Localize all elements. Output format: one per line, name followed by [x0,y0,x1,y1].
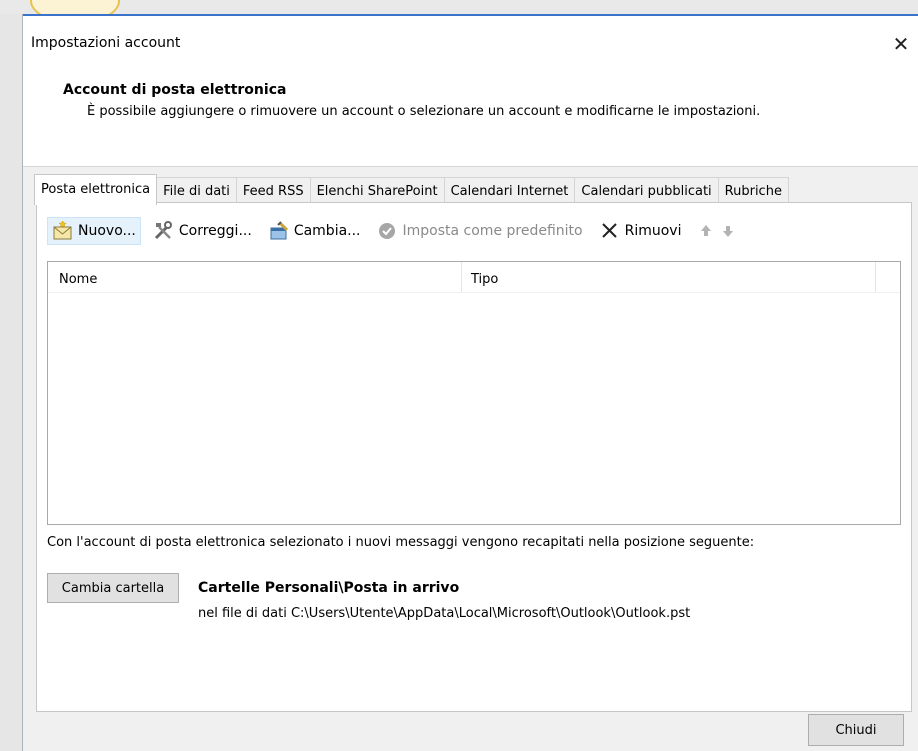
new-mail-icon [52,220,74,241]
tab-strip: Posta elettronica File di dati Feed RSS … [34,174,789,205]
set-default-label: Imposta come predefinito [402,223,583,239]
tab-rubriche[interactable]: Rubriche [717,177,789,205]
account-settings-dialog: Impostazioni account ✕ Account di posta … [22,14,918,751]
account-list-header: Nome Tipo [48,262,900,293]
x-icon [599,221,621,241]
change-account-button[interactable]: Cambia... [264,218,365,244]
new-account-button[interactable]: Nuovo... [47,217,141,245]
arrow-up-icon[interactable] [697,220,715,242]
header-subtitle: È possibile aggiungere o rimuovere un ac… [87,104,761,119]
delivery-folder-path: nel file di dati C:\Users\Utente\AppData… [198,606,691,621]
change-settings-icon [268,221,290,241]
header-title: Account di posta elettronica [63,82,287,98]
background-window-strip [0,0,918,14]
tab-file-di-dati[interactable]: File di dati [156,177,237,205]
tab-panel-posta-elettronica: Nuovo... Correggi... Cambia... Imposta c… [36,202,912,712]
repair-account-button[interactable]: Correggi... [149,218,256,244]
remove-account-button[interactable]: Rimuovi [595,218,686,244]
close-button[interactable]: Chiudi [808,714,904,746]
new-account-label: Nuovo... [78,223,136,239]
delivery-folder-name: Cartelle Personali\Posta in arrivo [198,580,460,596]
column-header-nome[interactable]: Nome [48,262,462,292]
check-circle-icon [377,221,399,241]
repair-account-label: Correggi... [178,223,252,239]
account-toolbar: Nuovo... Correggi... Cambia... Imposta c… [47,217,737,245]
account-list[interactable]: Nome Tipo [47,261,901,525]
tab-posta-elettronica[interactable]: Posta elettronica [34,174,158,205]
close-icon[interactable]: ✕ [887,30,915,58]
window-title: Impostazioni account [31,35,181,51]
repair-tools-icon [153,221,175,241]
tab-elenchi-sharepoint[interactable]: Elenchi SharePoint [309,177,445,205]
change-folder-button[interactable]: Cambia cartella [47,573,179,603]
tab-calendari-pubblicati[interactable]: Calendari pubblicati [574,177,719,205]
dialog-header: Account di posta elettronica È possibile… [23,72,918,167]
tab-feed-rss[interactable]: Feed RSS [235,177,311,205]
set-default-button[interactable]: Imposta come predefinito [373,218,587,244]
remove-account-label: Rimuovi [624,223,682,239]
change-account-label: Cambia... [293,223,361,239]
column-header-tipo[interactable]: Tipo [462,262,876,292]
tab-calendari-internet[interactable]: Calendari Internet [443,177,576,205]
title-bar: Impostazioni account ✕ [23,16,918,72]
arrow-down-icon[interactable] [719,220,737,242]
delivery-location-text: Con l'account di posta elettronica selez… [47,535,755,550]
background-window-edge [0,14,22,751]
